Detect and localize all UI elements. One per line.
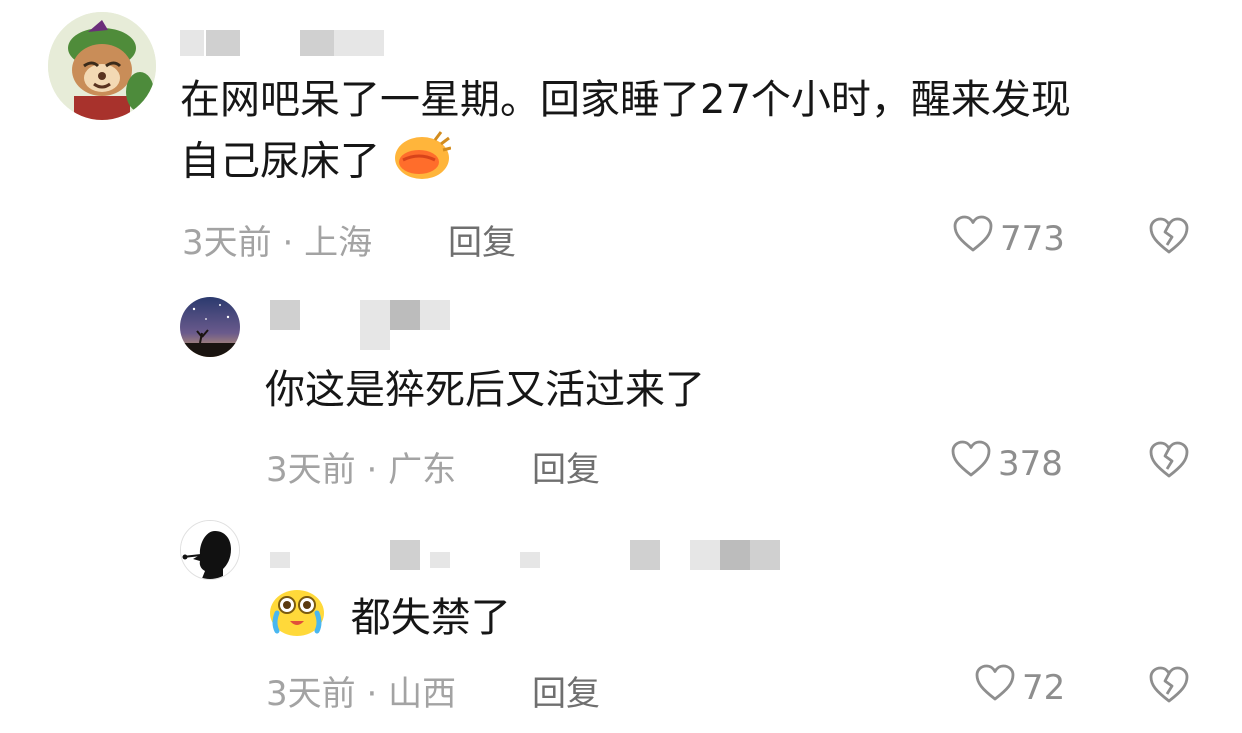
like-count: 773 [1000, 218, 1065, 259]
username-redacted[interactable] [180, 30, 204, 56]
username-redacted-part [360, 330, 390, 350]
username-redacted[interactable] [270, 300, 300, 330]
username-redacted-part [420, 300, 450, 330]
username-redacted-part [520, 552, 540, 568]
reply-button[interactable]: 回复 [532, 666, 600, 715]
comment-time: 3天前 [266, 674, 356, 714]
like-count: 378 [998, 443, 1063, 484]
like-count: 72 [1022, 667, 1066, 708]
meta-separator: · [282, 223, 294, 263]
comment-time: 3天前 [266, 450, 356, 490]
username-redacted-part [630, 540, 660, 570]
crying-face-emoji [268, 585, 326, 654]
starry-night-avatar[interactable] [180, 297, 240, 357]
broken-heart-icon [1149, 666, 1189, 703]
reply-button[interactable]: 回复 [532, 442, 600, 491]
silhouette-avatar[interactable] [180, 520, 240, 580]
broken-heart-icon [1149, 441, 1189, 478]
meta-separator: · [366, 674, 378, 714]
comment-location: 山西 [388, 674, 457, 714]
comment-meta: 3天前 · 广东 [266, 442, 456, 491]
comment-text: 你这是猝死后又活过来了 [265, 367, 705, 413]
like-button[interactable]: 378 [950, 440, 1063, 487]
username-redacted-part [690, 540, 720, 570]
username-redacted-part [390, 300, 420, 330]
username-redacted-part [360, 300, 390, 330]
comment-meta: 3天前 · 山西 [266, 666, 456, 715]
comment-text-line2: 自己尿床了 [180, 130, 452, 197]
username-redacted-part [334, 30, 384, 56]
dislike-button[interactable] [1148, 665, 1190, 709]
heart-icon [952, 215, 994, 262]
username-redacted-part [430, 552, 450, 568]
broken-heart-icon [1149, 217, 1189, 254]
teemo-avatar[interactable] [48, 12, 156, 120]
heart-icon [974, 664, 1016, 711]
meta-separator: · [366, 450, 378, 490]
username-redacted-part [390, 540, 420, 570]
dislike-button[interactable] [1148, 216, 1190, 260]
username-redacted-part [720, 540, 750, 570]
comment-text-row: 都失禁了 [268, 585, 511, 654]
username-redacted-part [300, 30, 334, 56]
like-button[interactable]: 72 [974, 664, 1065, 711]
comment-text-continued: 自己尿床了 [180, 138, 380, 185]
comment-text: 都失禁了 [350, 594, 511, 641]
reply-button[interactable]: 回复 [448, 215, 516, 264]
username-redacted[interactable] [270, 552, 290, 568]
heart-icon [950, 440, 992, 487]
username-redacted-part [206, 30, 240, 56]
comment-meta: 3天前 · 上海 [182, 215, 372, 264]
comment-location: 广东 [388, 450, 457, 490]
duck-face-emoji [393, 130, 452, 197]
comment-text: 在网吧呆了一星期。回家睡了27个小时，醒来发现 [180, 77, 1071, 123]
like-button[interactable]: 773 [952, 215, 1065, 262]
comment-location: 上海 [304, 223, 373, 263]
dislike-button[interactable] [1148, 440, 1190, 484]
username-redacted-part [750, 540, 780, 570]
comment-time: 3天前 [182, 223, 272, 263]
